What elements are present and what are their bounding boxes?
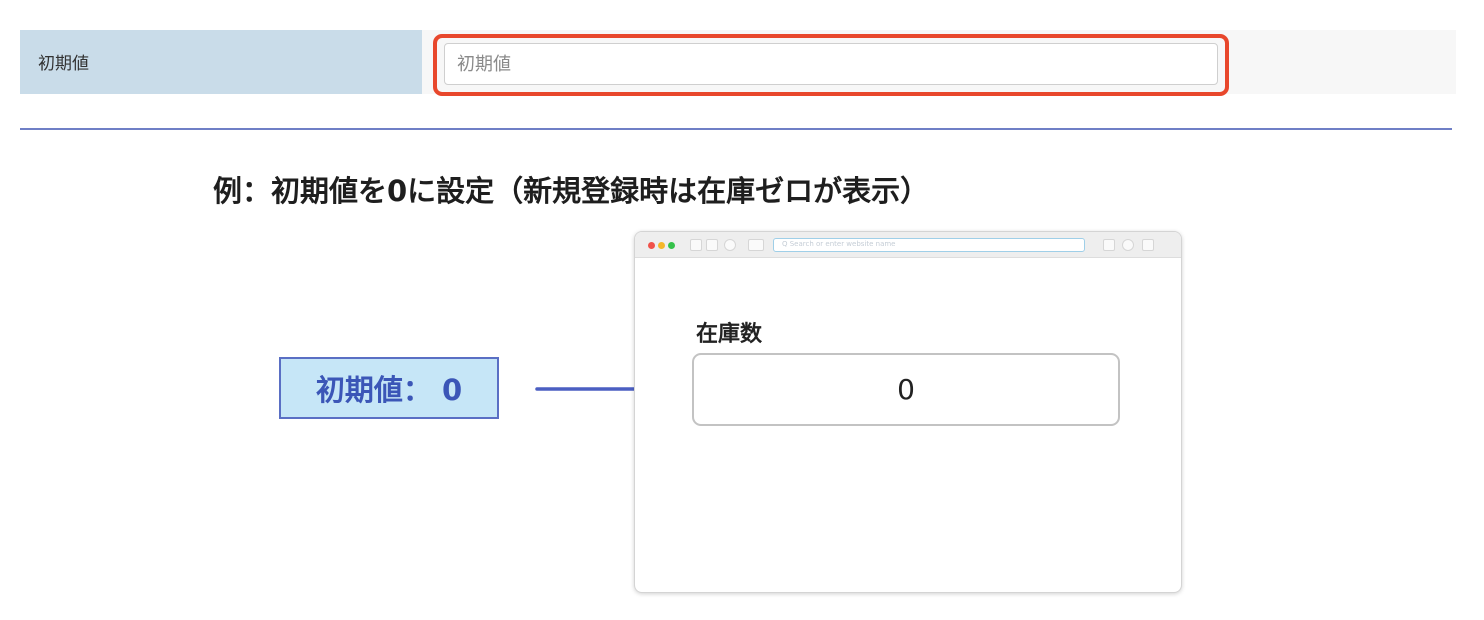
initial-value-input[interactable] (444, 43, 1218, 85)
initial-value-callout: 初期値： 0 (279, 357, 499, 419)
example-title: 例：初期値を0に設定（新規登録時は在庫ゼロが表示） (213, 174, 930, 208)
stock-count-input[interactable]: 0 (692, 353, 1120, 426)
address-bar-placeholder: Q Search or enter website name (782, 240, 896, 248)
extension-icon[interactable] (1122, 239, 1134, 251)
setting-label: 初期値 (38, 54, 89, 74)
setting-label-cell: 初期値 (20, 30, 422, 94)
download-icon[interactable] (1142, 239, 1154, 251)
sidebar-icon[interactable] (748, 239, 764, 251)
close-dot[interactable] (648, 242, 655, 249)
section-divider (20, 128, 1452, 130)
zoom-dot[interactable] (668, 242, 675, 249)
address-bar[interactable]: Q Search or enter website name (773, 238, 1085, 252)
forward-icon[interactable] (706, 239, 718, 251)
share-icon[interactable] (1103, 239, 1115, 251)
browser-window: Q Search or enter website name 在庫数 0 (634, 231, 1182, 593)
initial-value-callout-text: 初期値： 0 (315, 373, 463, 407)
minimize-dot[interactable] (658, 242, 665, 249)
initial-value-setting-row: 初期値 (20, 30, 1456, 96)
stock-count-value: 0 (897, 373, 915, 406)
reload-icon[interactable] (724, 239, 736, 251)
back-icon[interactable] (690, 239, 702, 251)
stock-count-label: 在庫数 (696, 322, 763, 347)
browser-toolbar: Q Search or enter website name (635, 232, 1181, 258)
page: 初期値 例：初期値を0に設定（新規登録時は在庫ゼロが表示） 初期値： 0 Q S… (0, 0, 1484, 620)
highlight-box (433, 34, 1229, 96)
